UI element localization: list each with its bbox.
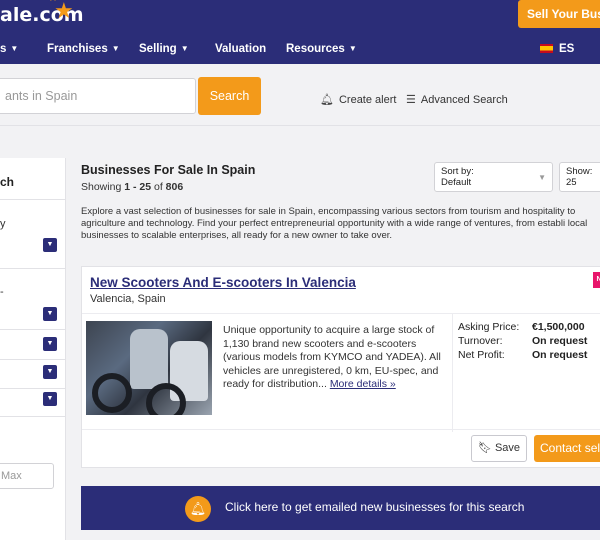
chevron-down-icon: ▼ [46, 395, 54, 402]
filter-label: - [0, 286, 4, 298]
divider [82, 429, 600, 430]
sell-your-business-button[interactable]: Sell Your Busin [518, 0, 600, 28]
filter-label: y [0, 218, 6, 230]
nav-item-resources[interactable]: Resources ▼ [286, 43, 357, 55]
results-count-of: of [151, 181, 166, 193]
language-selector[interactable]: ES [540, 43, 574, 55]
new-badge: N [593, 272, 600, 288]
filter-dropdown-toggle[interactable]: ▼ [43, 365, 57, 379]
turnover-value: On request [532, 335, 588, 347]
filter-dropdown-toggle[interactable]: ▼ [43, 307, 57, 321]
save-button[interactable]: 🔖︎ Save [471, 435, 527, 462]
net-profit-value: On request [532, 349, 588, 361]
bookmark-icon: 🔖︎ [477, 442, 492, 454]
save-label: Save [494, 442, 521, 454]
scooter-wheel-shape [146, 383, 186, 415]
filter-search-icon: ☰ [406, 94, 416, 106]
turnover-label: Turnover: [458, 335, 503, 347]
sort-label: Sort by: [441, 166, 474, 177]
create-alert-label: Create alert [338, 94, 397, 106]
net-profit-label: Net Profit: [458, 349, 505, 361]
listing-card: New Scooters And E-scooters In Valencia … [81, 266, 600, 468]
chevron-down-icon: ▼ [10, 44, 19, 53]
spain-flag-icon [540, 44, 553, 54]
results-count: Showing 1 - 25 of 806 [81, 181, 183, 193]
chevron-down-icon: ▼ [348, 44, 357, 53]
results-description: Explore a vast selection of businesses f… [81, 206, 588, 241]
listing-title-link[interactable]: New Scooters And E-scooters In Valencia [90, 275, 356, 290]
nav-item-label: Resources [286, 43, 345, 55]
sort-select[interactable]: Sort by: Default ▼ [434, 162, 553, 192]
email-alert-text: Click here to get emailed new businesses… [225, 500, 525, 514]
divider [82, 313, 600, 314]
nav-item-valuation[interactable]: Valuation [215, 43, 266, 55]
nav-item-selling[interactable]: Selling ▼ [139, 43, 189, 55]
listing-location: Valencia, Spain [90, 293, 166, 305]
divider [0, 329, 66, 330]
chevron-down-icon: ▼ [46, 340, 54, 347]
chevron-down-icon: ▼ [46, 310, 54, 317]
results-range: 1 - 25 [124, 181, 152, 193]
sort-value: Default [441, 177, 472, 188]
nav-item-franchises[interactable]: Franchises ▼ [47, 43, 120, 55]
results-total: 806 [165, 181, 184, 193]
divider [0, 359, 66, 360]
search-input[interactable]: ants in Spain [0, 78, 196, 114]
asking-price-value: €1,500,000 [532, 321, 585, 333]
divider [0, 199, 66, 200]
listing-photo[interactable] [86, 321, 212, 415]
nav-item-buy[interactable]: s ▼ [0, 43, 18, 55]
advanced-search-label: Advanced Search [420, 94, 508, 106]
divider [0, 268, 66, 269]
scooter-wheel-shape [92, 373, 132, 413]
page-size-value: 25 [566, 177, 577, 188]
sidebar-title: ch [0, 175, 15, 189]
nav-item-label: Franchises [47, 43, 108, 55]
chevron-down-icon: ▼ [538, 173, 546, 182]
main-nav: s ▼ Franchises ▼ Selling ▼ Valuation Resour… [0, 36, 600, 64]
divider [0, 416, 66, 417]
page-size-label: Show: [566, 166, 593, 177]
language-label: ES [559, 43, 575, 55]
filter-dropdown-toggle[interactable]: ▼ [43, 392, 57, 406]
search-button[interactable]: Search [198, 77, 261, 115]
more-details-link[interactable]: More details » [330, 378, 396, 390]
divider [452, 314, 453, 432]
nav-item-label: s [0, 43, 7, 55]
filter-dropdown-toggle[interactable]: ▼ [43, 337, 57, 351]
bell-icon: 🔔︎ [320, 94, 334, 106]
site-header: ale.com ★ ★ Sell Your Busin [0, 0, 600, 36]
nav-item-label: Valuation [215, 43, 267, 55]
scooter-panel-shape [130, 329, 168, 389]
advanced-search-link[interactable]: ☰ Advanced Search [406, 93, 508, 106]
price-max-input[interactable]: Max [0, 463, 54, 489]
search-band: ants in Spain Search 🔔︎ Create alert ☰ Adv… [0, 64, 600, 126]
chevron-down-icon: ▼ [46, 368, 54, 375]
asking-price-label: Asking Price: [458, 321, 520, 333]
listing-description: Unique opportunity to acquire a large st… [223, 324, 443, 392]
page-size-select[interactable]: Show: 25 [559, 162, 600, 192]
logo-star-icon: ★ [54, 0, 74, 23]
nav-item-label: Selling [139, 43, 177, 55]
email-alert-banner[interactable]: 🔔︎ Click here to get emailed new busines… [81, 486, 600, 530]
chevron-down-icon: ▼ [180, 44, 189, 53]
alert-bell-icon: 🔔︎ [185, 496, 211, 522]
chevron-down-icon: ▼ [111, 44, 120, 53]
page-title: Businesses For Sale In Spain [81, 163, 256, 177]
create-alert-link[interactable]: 🔔︎ Create alert [320, 93, 396, 106]
contact-seller-button[interactable]: Contact sel [534, 435, 600, 462]
divider [0, 388, 66, 389]
chevron-down-icon: ▼ [46, 241, 54, 248]
filter-dropdown-toggle[interactable]: ▼ [43, 238, 57, 252]
results-count-prefix: Showing [81, 181, 125, 193]
filter-sidebar: ch y ▼ - ▼ ▼ ▼ ▼ Max [0, 158, 66, 540]
